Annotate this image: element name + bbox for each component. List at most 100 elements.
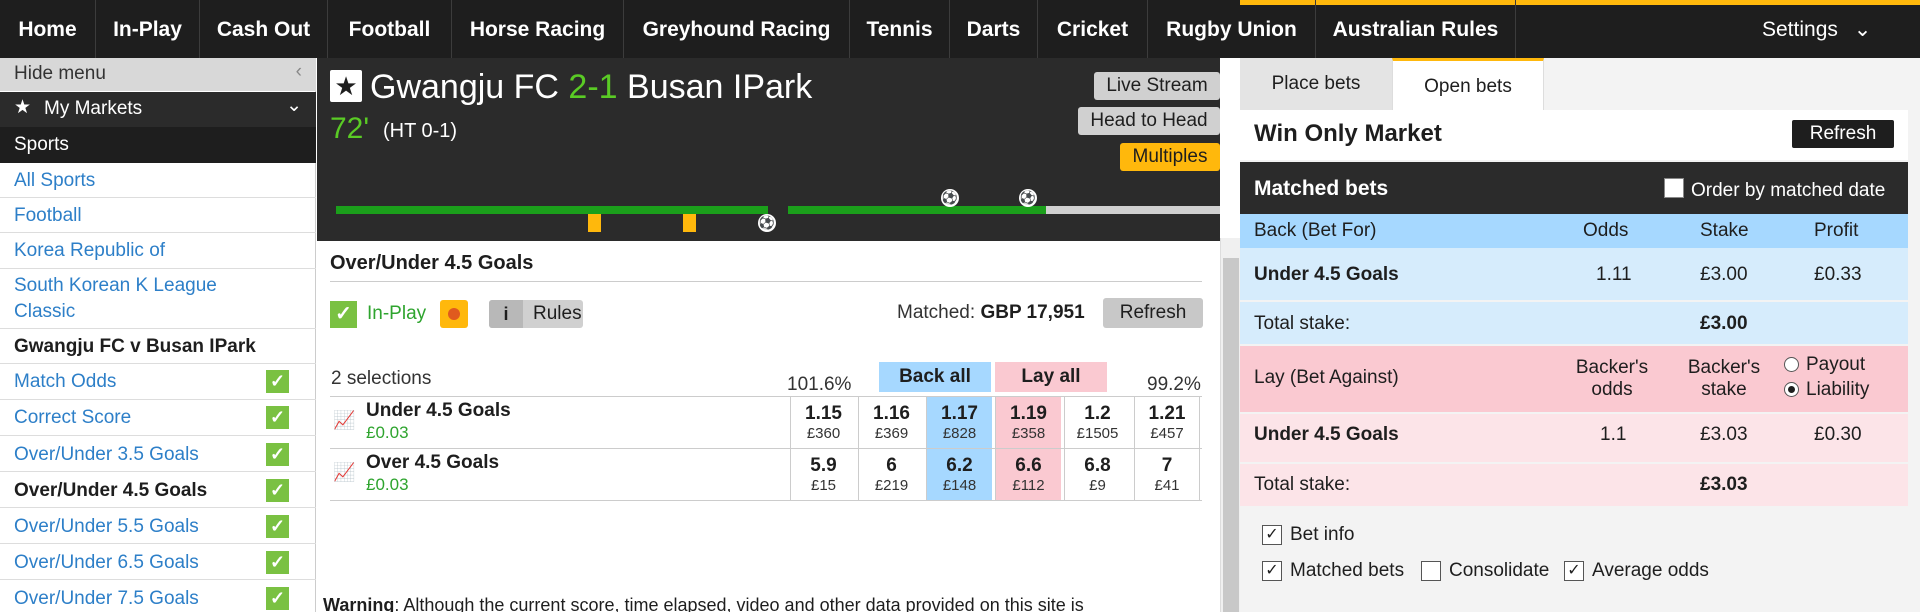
- nav-in-play[interactable]: In-Play: [96, 0, 200, 58]
- payout-radio[interactable]: [1784, 357, 1799, 372]
- odds: 1.16: [873, 403, 910, 424]
- sidebar-link-football[interactable]: Football: [14, 205, 82, 227]
- center-scrollbar[interactable]: [1220, 238, 1240, 612]
- back-header-label: Back (Bet For): [1254, 220, 1377, 241]
- average-odds-checkbox[interactable]: ✓: [1564, 561, 1584, 581]
- head-to-head-button[interactable]: Head to Head: [1078, 107, 1220, 135]
- price-cell[interactable]: 1.16 £369: [858, 397, 924, 448]
- sidebar-market-correct-score[interactable]: Correct Score: [14, 407, 131, 429]
- order-by-date-checkbox[interactable]: [1664, 178, 1684, 198]
- runner-name: Under 4.5 Goals: [366, 400, 511, 421]
- sidebar-link-korea[interactable]: Korea Republic of: [14, 240, 165, 262]
- odds: 7: [1161, 455, 1173, 476]
- price-cell[interactable]: 5.9 £15: [790, 449, 856, 500]
- divider: [0, 328, 316, 329]
- odds: 1.21: [1148, 403, 1186, 424]
- check-icon: ✓: [266, 515, 289, 538]
- bet-stake: £3.00: [1700, 264, 1748, 285]
- size: £219: [874, 477, 909, 494]
- liability-label: Liability: [1806, 379, 1870, 400]
- price-cell[interactable]: 6.8 £9: [1064, 449, 1130, 500]
- matched-bets-checkbox[interactable]: ✓: [1262, 561, 1282, 581]
- payout-label: Payout: [1806, 354, 1866, 375]
- lay-book-percent: 99.2%: [1147, 374, 1201, 395]
- refresh-bets-button[interactable]: Refresh: [1792, 120, 1894, 148]
- multiples-button[interactable]: Multiples: [1120, 143, 1220, 171]
- liability-radio[interactable]: [1784, 382, 1799, 397]
- bet-odds: 1.1: [1600, 424, 1627, 445]
- sidebar-link-k-league[interactable]: South Korean K League: [14, 275, 217, 297]
- lay-all-button[interactable]: Lay all: [995, 362, 1107, 392]
- tab-open-bets[interactable]: Open bets: [1392, 58, 1544, 110]
- lay-header-label: Lay (Bet Against): [1254, 367, 1399, 388]
- size: £41: [1154, 477, 1180, 494]
- sidebar-market-ou-4-5[interactable]: Over/Under 4.5 Goals: [14, 480, 207, 502]
- price-chart-icon[interactable]: 📈: [333, 410, 357, 432]
- divider: [330, 500, 1202, 501]
- matched-bets-title: Matched bets: [1254, 177, 1389, 200]
- best-back-price[interactable]: 6.2 £148: [926, 449, 992, 500]
- sidebar-market-ou-3-5[interactable]: Over/Under 3.5 Goals: [14, 444, 199, 466]
- best-back-price[interactable]: 1.17 £828: [926, 397, 992, 448]
- check-icon: ✓: [266, 443, 289, 466]
- divider: [0, 579, 316, 580]
- nav-australian-rules[interactable]: Australian Rules: [1316, 0, 1516, 58]
- nav-tennis[interactable]: Tennis: [850, 0, 950, 58]
- best-lay-price[interactable]: 6.6 £112: [995, 449, 1061, 500]
- nav-greyhound-racing[interactable]: Greyhound Racing: [624, 0, 850, 58]
- back-all-button[interactable]: Back all: [879, 362, 991, 392]
- price-cell[interactable]: 1.21 £457: [1134, 397, 1200, 448]
- backers-stake-line2: stake: [1701, 379, 1747, 400]
- settings-menu[interactable]: Settings ⌄: [1762, 0, 1871, 58]
- sidebar-link-all-sports[interactable]: All Sports: [14, 170, 95, 192]
- consolidate-checkbox[interactable]: [1421, 561, 1441, 581]
- bet-selection: Under 4.5 Goals: [1254, 264, 1399, 285]
- check-icon: ✓: [266, 406, 289, 429]
- price-cell[interactable]: 7 £41: [1134, 449, 1200, 500]
- nav-cash-out[interactable]: Cash Out: [200, 0, 328, 58]
- matched-value: GBP 17,951: [980, 302, 1085, 323]
- nav-football[interactable]: Football: [328, 0, 452, 58]
- odds: 6: [886, 455, 897, 476]
- price-cell[interactable]: 6 £219: [858, 449, 924, 500]
- check-icon: ✓: [266, 370, 289, 393]
- size: £358: [1011, 425, 1046, 442]
- average-odds-label: Average odds: [1592, 560, 1709, 581]
- sidebar-market-match-odds[interactable]: Match Odds: [14, 371, 116, 393]
- info-icon: i: [489, 300, 523, 328]
- score: 2-1: [568, 68, 618, 106]
- my-markets-header[interactable]: ★ My Markets ⌄: [0, 92, 316, 127]
- favourite-star-icon[interactable]: ★: [330, 70, 362, 102]
- size: £457: [1150, 425, 1184, 442]
- bet-info-label: Bet info: [1290, 524, 1355, 545]
- best-lay-price[interactable]: 1.19 £358: [995, 397, 1061, 448]
- nav-cricket[interactable]: Cricket: [1038, 0, 1148, 58]
- runner-profit-loss: £0.03: [366, 423, 409, 442]
- nav-rugby-union[interactable]: Rugby Union: [1148, 0, 1316, 58]
- home-team: Gwangju FC: [370, 68, 559, 106]
- live-stream-button[interactable]: Live Stream: [1094, 72, 1220, 100]
- bet-selection: Under 4.5 Goals: [1254, 424, 1399, 445]
- bet-info-checkbox[interactable]: ✓: [1262, 525, 1282, 545]
- matched-label: Matched:: [897, 302, 976, 323]
- hide-menu-button[interactable]: Hide menu ‹: [0, 58, 316, 91]
- sidebar-market-ou-5-5[interactable]: Over/Under 5.5 Goals: [14, 516, 199, 538]
- sidebar-link-k-league-classic[interactable]: Classic: [14, 301, 75, 323]
- odds: 1.19: [1010, 403, 1047, 424]
- warning-body: : Although the current score, time elaps…: [394, 595, 1084, 612]
- sidebar-market-ou-6-5[interactable]: Over/Under 6.5 Goals: [14, 552, 199, 574]
- nav-darts[interactable]: Darts: [950, 0, 1038, 58]
- price-cell[interactable]: 1.15 £360: [790, 397, 856, 448]
- sidebar-market-ou-7-5[interactable]: Over/Under 7.5 Goals: [14, 588, 199, 610]
- warning-text: Warning: Although the current score, tim…: [323, 595, 1084, 612]
- total-stake-value: £3.03: [1700, 474, 1748, 495]
- price-chart-icon[interactable]: 📈: [333, 462, 357, 484]
- price-cell[interactable]: 1.2 £1505: [1064, 397, 1130, 448]
- nav-home[interactable]: Home: [0, 0, 96, 58]
- size: £360: [806, 425, 841, 442]
- nav-horse-racing[interactable]: Horse Racing: [452, 0, 624, 58]
- tab-place-bets[interactable]: Place bets: [1240, 58, 1392, 110]
- refresh-market-button[interactable]: Refresh: [1103, 298, 1203, 328]
- divider: [0, 543, 316, 544]
- divider: [0, 232, 316, 233]
